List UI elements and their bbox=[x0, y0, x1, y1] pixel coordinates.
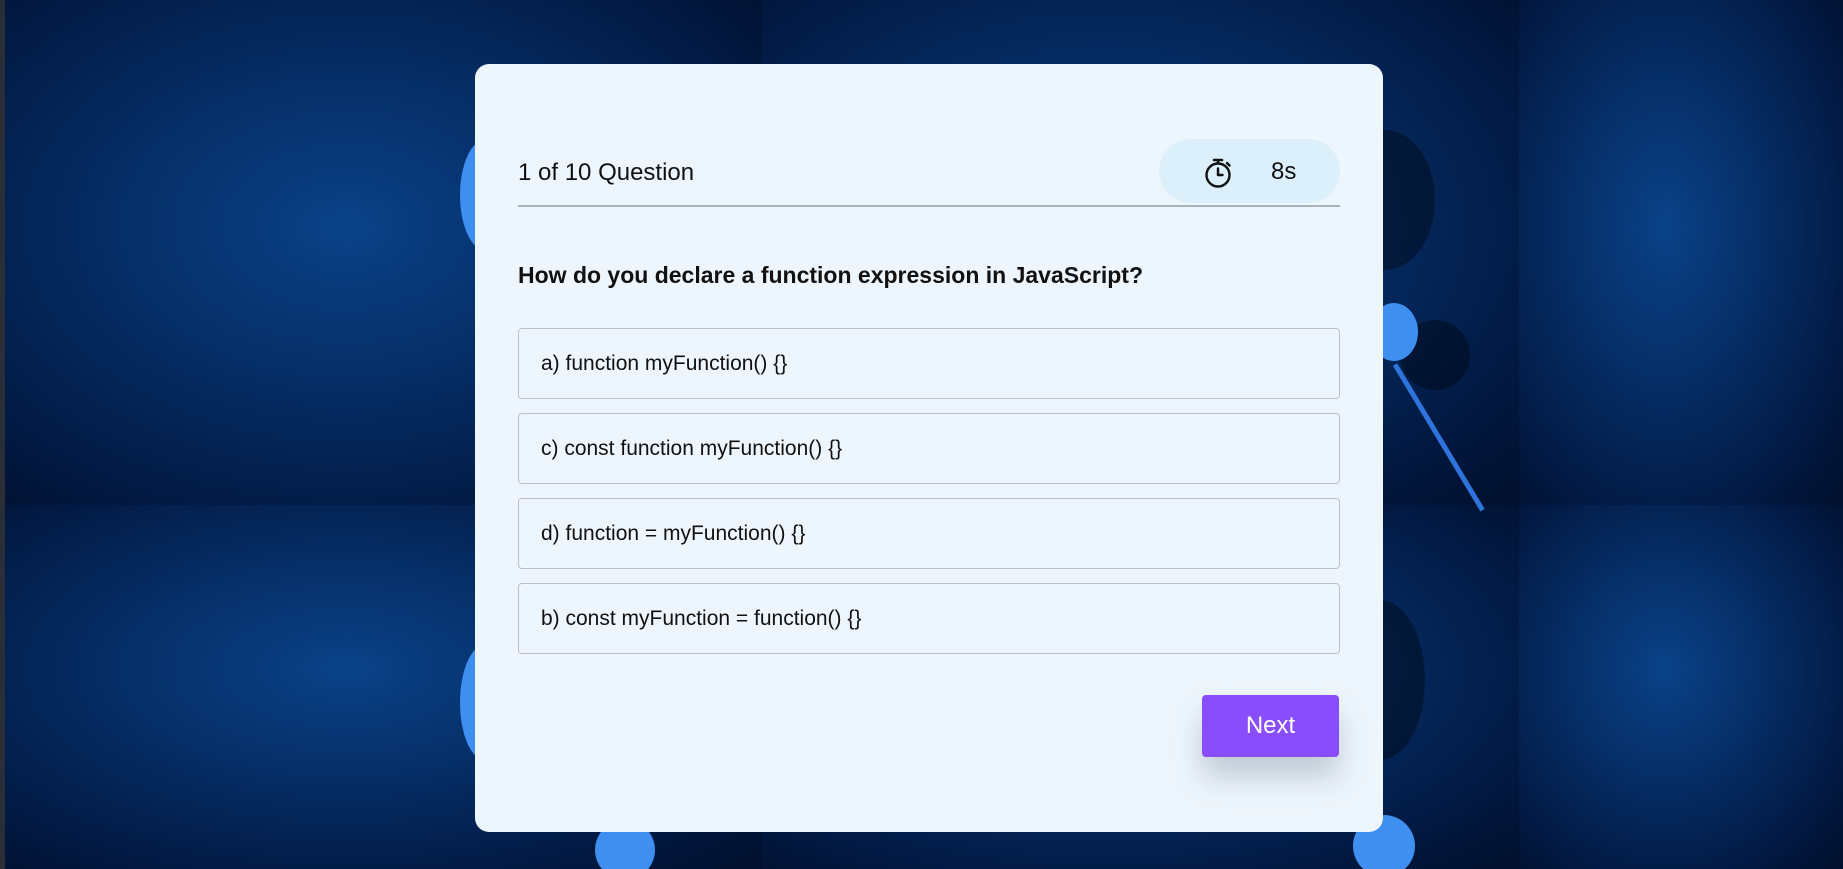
answer-option-b[interactable]: b) const myFunction = function() {} bbox=[518, 583, 1340, 654]
answer-option-c[interactable]: c) const function myFunction() {} bbox=[518, 413, 1340, 484]
wallpaper-tile bbox=[1519, 0, 1843, 505]
timer-countdown: 8s bbox=[1271, 158, 1297, 185]
question-text: How do you declare a function expression… bbox=[518, 262, 1143, 288]
timer-pill: 8s bbox=[1159, 139, 1340, 203]
answer-option-d[interactable]: d) function = myFunction() {} bbox=[518, 498, 1340, 569]
next-button[interactable]: Next bbox=[1202, 695, 1339, 757]
wallpaper-tile bbox=[1519, 505, 1843, 869]
quiz-header: 1 of 10 Question 8s bbox=[518, 139, 1340, 207]
quiz-card: 1 of 10 Question 8s How do you declare a… bbox=[475, 64, 1383, 832]
answer-options: a) function myFunction() {} c) const fun… bbox=[518, 328, 1340, 668]
question-counter: 1 of 10 Question bbox=[518, 159, 695, 186]
answer-option-a[interactable]: a) function myFunction() {} bbox=[518, 328, 1340, 399]
stopwatch-icon bbox=[1203, 157, 1233, 189]
